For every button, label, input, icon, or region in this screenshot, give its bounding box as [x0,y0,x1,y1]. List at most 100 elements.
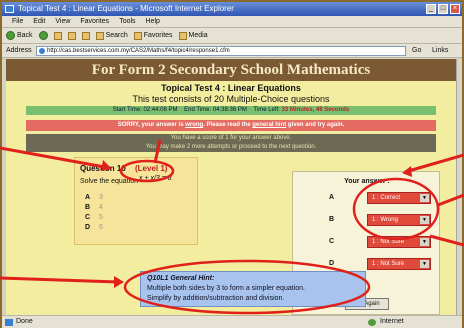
chevron-down-icon: ▼ [420,216,429,224]
hint-title: Q10L1 General Hint: [147,275,215,282]
home-icon [81,31,90,40]
page-icon [39,48,45,54]
answer-title: Your answer : [344,178,390,185]
browser-window: Topical Test 4 : Linear Equations - Micr… [0,0,464,328]
menu-view[interactable]: View [55,16,70,27]
address-label: Address [6,47,32,54]
favorites-button[interactable]: Favorites [133,28,173,43]
links-button[interactable]: Links [432,46,448,56]
option-a: A3 [85,194,145,201]
answer-b-select[interactable]: 1 : Wrong ▼ [367,214,431,226]
question-number: Question 10 [80,164,126,173]
option-c: C5 [85,214,145,221]
chevron-down-icon: ▼ [420,260,429,268]
home-button[interactable] [81,28,90,43]
question-level: (Level 1) [135,164,168,173]
option-letter: C [85,214,91,221]
refresh-icon [67,31,76,40]
back-label: Back [17,31,33,39]
answer-row-d-label: D [329,260,335,267]
minimize-button[interactable]: _ [426,4,436,14]
search-label: Search [105,31,128,39]
feedback-suffix: given and try again. [286,122,345,128]
score-bar: You have a score of 1 for your answer ab… [26,134,436,152]
start-time-value: 02:44:08 PM [143,107,178,113]
end-time-label: End Time: [184,107,212,113]
feedback-prefix: SORRY, your answer is [117,122,186,128]
media-icon [178,31,187,40]
status-bar: Done Internet [2,315,462,328]
start-time-label: Start Time: [112,107,142,113]
option-value: 4 [99,204,103,211]
address-input[interactable]: http://cas.bestservices.com.my/CAS2/Math… [36,46,406,56]
address-bar: Address http://cas.bestservices.com.my/C… [2,44,462,58]
answer-row-a-label: A [329,194,335,201]
feedback-bar: SORRY, your answer is wrong. Please read… [26,120,436,131]
window-controls: _ □ × [426,4,460,14]
menu-tools[interactable]: Tools [119,16,135,27]
maximize-button[interactable]: □ [438,4,448,14]
page-status-icon [5,319,13,326]
answer-c-select[interactable]: 1 : Not Sure ▼ [367,236,431,248]
site-banner: For Form 2 Secondary School Mathematics [6,59,456,81]
ie-icon [5,5,14,13]
time-left-value: 33 Minutes, 48 Seconds [281,107,350,113]
address-url: http://cas.bestservices.com.my/CAS2/Math… [47,48,230,54]
answer-a-value: 1 : Correct [372,195,401,201]
feedback-mid: . Please read the [203,122,253,128]
option-letter: A [85,194,91,201]
option-b: B4 [85,204,145,211]
back-button[interactable]: Back [6,28,33,43]
test-subtitle: This test consists of 20 Multiple-Choice… [132,94,330,104]
general-hint-link[interactable]: general hint [252,122,286,128]
option-d: D6 [85,224,145,231]
window-title: Topical Test 4 : Linear Equations - Micr… [18,4,234,13]
search-icon [95,31,104,40]
option-letter: B [85,204,91,211]
hint-line-1: Multiple both sides by 3 to form a simpl… [147,285,305,292]
menu-bar: File Edit View Favorites Tools Help [2,16,462,28]
menu-file[interactable]: File [12,16,23,27]
option-value: 3 [99,194,103,201]
test-title: Topical Test 4 : Linear Equations [161,83,301,93]
media-button[interactable]: Media [178,28,208,43]
forward-arrow-icon [38,31,48,40]
security-zone: Internet [380,318,404,325]
forward-button[interactable] [38,28,48,43]
attempts-line: You may make 2 more attempts or proceed … [145,144,317,150]
stop-button[interactable] [53,28,62,43]
menu-edit[interactable]: Edit [33,16,45,27]
title-bar: Topical Test 4 : Linear Equations - Micr… [2,2,462,16]
go-button[interactable]: Go [412,46,421,56]
answer-a-select[interactable]: 1 : Correct ▼ [367,192,431,204]
answer-b-value: 1 : Wrong [372,217,398,223]
menu-favorites[interactable]: Favorites [80,16,109,27]
answer-row-c-label: C [329,238,335,245]
status-text: Done [16,318,33,325]
media-label: Media [188,31,208,39]
hint-line-2: Simplify by addition/subtraction and div… [147,295,285,302]
favorites-label: Favorites [143,31,173,39]
close-button[interactable]: × [450,4,460,14]
menu-help[interactable]: Help [146,16,160,27]
back-arrow-icon [6,31,15,40]
chevron-down-icon: ▼ [420,194,429,202]
time-bar: Start Time: 02:44:08 PM End Time: 04:38:… [26,106,436,115]
answer-row-b-label: B [329,216,335,223]
hint-panel: Q10L1 General Hint: Multiple both sides … [140,271,366,307]
answer-d-select[interactable]: 1 : Not Sure ▼ [367,258,431,270]
question-equation: x + x/3 = 8 [139,175,172,182]
star-icon [133,31,142,40]
option-value: 6 [99,224,103,231]
answer-d-value: 1 : Not Sure [372,261,405,267]
globe-icon [368,319,376,326]
refresh-button[interactable] [67,28,76,43]
search-button[interactable]: Search [95,28,128,43]
score-line: You have a score of 1 for your answer ab… [170,135,292,141]
page-content: For Form 2 Secondary School Mathematics … [6,59,456,315]
option-value: 5 [99,214,103,221]
chevron-down-icon: ▼ [420,238,429,246]
option-letter: D [85,224,91,231]
vertical-scrollbar[interactable] [456,59,462,315]
end-time-value: 04:38:36 PM [212,107,247,113]
